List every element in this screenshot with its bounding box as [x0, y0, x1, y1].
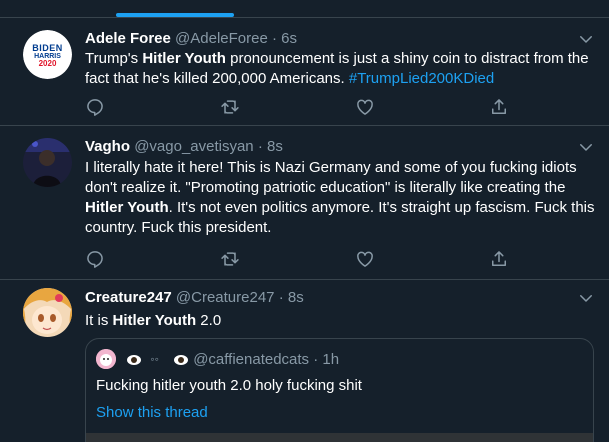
tweet-header: Creature247 @Creature247 · 8s	[85, 288, 304, 308]
tweet-actions	[85, 97, 506, 117]
avatar[interactable]	[23, 138, 72, 187]
tweet[interactable]: Creature247 @Creature247 · 8s It is Hitl…	[0, 280, 609, 442]
hashtag-link[interactable]: #TrumpLied200KDied	[349, 70, 494, 87]
eye-icon	[127, 355, 142, 365]
anime-avatar	[23, 288, 72, 337]
tweet-header: Vagho @vago_avetisyan · 8s	[85, 137, 283, 157]
cat-avatar	[96, 349, 116, 369]
quoted-tweet-header: ◦◦ @caffienatedcats · 1h	[96, 349, 339, 370]
tab-bar	[0, 0, 609, 18]
tweet-text: Trump's Hitler Youth pronouncement is ju…	[85, 50, 589, 87]
chevron-down-icon[interactable]	[577, 138, 595, 156]
like-icon[interactable]	[355, 249, 375, 269]
quoted-tweet-text: Fucking hitler youth 2.0 holy fucking sh…	[96, 377, 362, 394]
profile-photo	[23, 138, 72, 187]
biden-harris-logo: BIDEN HARRIS 2020	[23, 30, 72, 79]
display-name[interactable]: Vagho	[85, 138, 130, 155]
separator-dot: ·	[272, 30, 277, 47]
avatar[interactable]	[96, 349, 116, 369]
retweet-icon[interactable]	[220, 97, 240, 117]
tweet-text: I literally hate it here! This is Nazi G…	[85, 159, 595, 236]
eye-icon	[174, 355, 189, 365]
separator-dot: ·	[278, 289, 284, 306]
show-thread-link[interactable]: Show this thread	[96, 403, 208, 423]
like-icon[interactable]	[355, 97, 375, 117]
tweet-header: Adele Foree @AdeleForee · 6s	[85, 29, 297, 49]
tweet[interactable]: Vagho @vago_avetisyan · 8s I literally h…	[0, 126, 609, 280]
timestamp[interactable]: 8s	[288, 289, 304, 306]
timestamp[interactable]: 8s	[267, 138, 283, 155]
user-handle[interactable]: @AdeleForee	[175, 30, 268, 47]
reply-icon[interactable]	[85, 249, 105, 269]
display-name[interactable]: Creature247	[85, 289, 172, 306]
tweet-actions	[85, 249, 506, 269]
reply-icon[interactable]	[85, 97, 105, 117]
avatar[interactable]	[23, 288, 72, 337]
user-handle[interactable]: @vago_avetisyan	[134, 138, 253, 155]
active-tab-indicator	[116, 13, 234, 17]
chevron-down-icon[interactable]	[577, 289, 595, 307]
separator-dot: ·	[313, 351, 319, 368]
timestamp[interactable]: 1h	[322, 351, 339, 368]
separator-dot: ·	[257, 138, 263, 155]
display-name[interactable]: Adele Foree	[85, 30, 171, 47]
user-handle[interactable]: @Creature247	[176, 289, 275, 306]
user-handle[interactable]: @caffienatedcats	[193, 351, 309, 368]
separator-icon: ◦◦	[150, 352, 159, 366]
tweet-text: It is Hitler Youth 2.0	[85, 312, 222, 329]
retweet-icon[interactable]	[220, 249, 240, 269]
share-icon[interactable]	[489, 97, 509, 117]
share-icon[interactable]	[489, 249, 509, 269]
chevron-down-icon[interactable]	[577, 30, 595, 48]
timestamp[interactable]: 6s	[281, 30, 297, 47]
quoted-tweet-media[interactable]	[86, 433, 593, 442]
avatar[interactable]: BIDEN HARRIS 2020	[23, 30, 72, 79]
tweet[interactable]: BIDEN HARRIS 2020 Adele Foree @AdeleFore…	[0, 18, 609, 126]
quoted-tweet[interactable]: ◦◦ @caffienatedcats · 1h Fucking hitler …	[85, 338, 594, 442]
